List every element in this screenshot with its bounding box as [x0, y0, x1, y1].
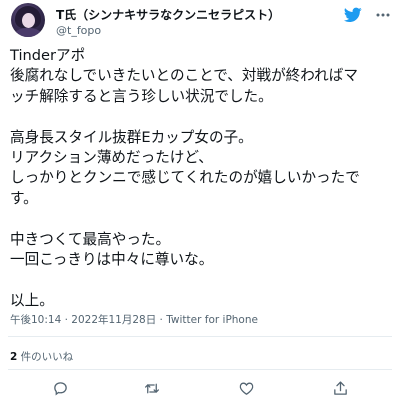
- tweet-line: 高身長スタイル抜群Eカップ女の子。: [10, 128, 253, 146]
- tweet-line: 後腐れなしでいきたいとのことで、対戦が終わればマ: [10, 67, 358, 85]
- more-dots-icon[interactable]: [375, 7, 391, 23]
- user-handle[interactable]: @t_fopo: [56, 24, 101, 37]
- reply-button[interactable]: [50, 378, 70, 398]
- likes-count[interactable]: 2 件のいいね: [10, 349, 73, 364]
- share-icon: [333, 380, 347, 395]
- tweet-line: 一回こっきりは中々に尊いな。: [10, 250, 214, 268]
- tweet-timestamp[interactable]: 午後10:14 · 2022年11月28日 · Twitter for iPho…: [10, 312, 258, 327]
- tweet-line: 以上。: [10, 291, 54, 309]
- tweet-line: [10, 270, 395, 290]
- tweet-line: しっかりとクンニで感じてくれたのが嬉しいかったで: [10, 169, 360, 187]
- retweet-button[interactable]: [142, 378, 162, 398]
- tweet-line: す。: [10, 189, 38, 207]
- avatar-shoulder: [14, 28, 42, 37]
- divider: [8, 336, 392, 337]
- reply-icon: [53, 381, 67, 395]
- tweet-line: Tinderアポ: [10, 47, 86, 64]
- tweet-text: Tinderアポ 後腐れなしでいきたいとのことで、対戦が終わればマ ッチ解除する…: [10, 46, 395, 311]
- avatar[interactable]: [11, 3, 45, 37]
- like-heart-icon: [239, 382, 253, 395]
- share-button[interactable]: [330, 378, 350, 398]
- tweet-line: ッチ解除すると言う珍しい状況でした。: [10, 87, 273, 105]
- display-name[interactable]: T氏（シンナキサラなクンニセラピスト）: [56, 6, 280, 23]
- like-button[interactable]: [236, 378, 256, 398]
- tweet-line: 中きつくて最高やった。: [10, 230, 171, 248]
- divider: [8, 369, 392, 370]
- tweet-line: [10, 209, 395, 229]
- likes-label: 件のいいね: [17, 351, 74, 363]
- tweet-card: T氏（シンナキサラなクンニセラピスト） @t_fopo Tinderアポ 後腐れ…: [0, 0, 400, 403]
- avatar-face: [22, 13, 35, 28]
- tweet-line: [10, 107, 395, 127]
- tweet-line: リアクション薄めだったけど、: [10, 148, 213, 166]
- twitter-bird-icon[interactable]: [344, 7, 362, 23]
- retweet-icon: [144, 383, 160, 393]
